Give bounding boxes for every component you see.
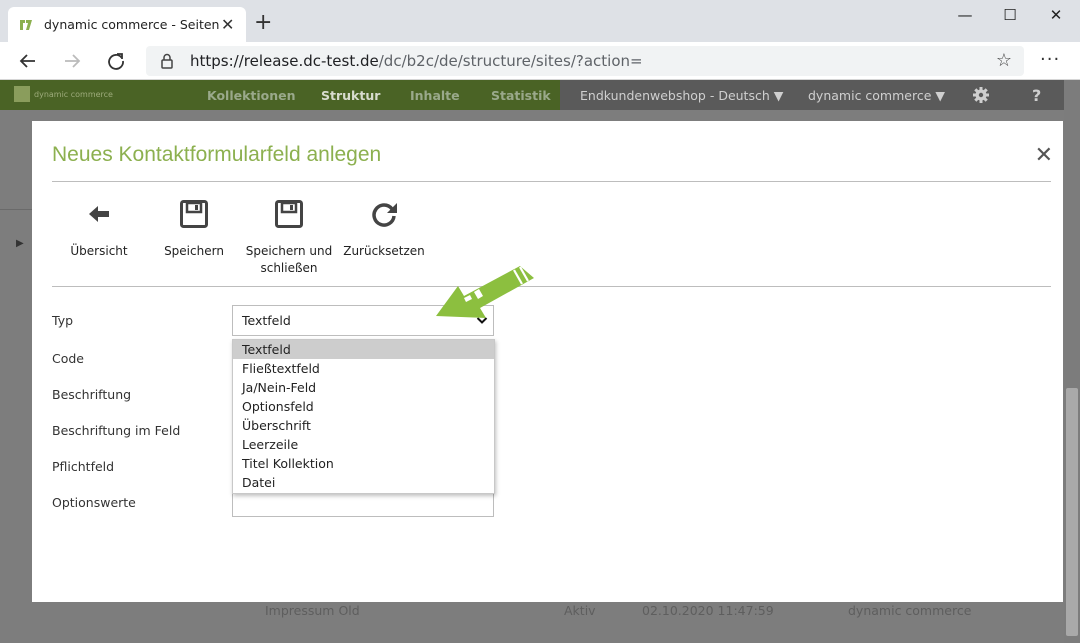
beschriftung-label: Beschriftung (52, 387, 132, 402)
save-button[interactable]: Speichern (139, 199, 249, 260)
address-bar: https://release.dc-test.de/dc/b2c/de/str… (0, 42, 1080, 80)
browser-tab[interactable]: dynamic commerce - Seiten ✕ (8, 7, 246, 42)
floppy-disk-icon (139, 199, 249, 229)
typ-option-ueberschrift[interactable]: Überschrift (233, 416, 494, 435)
nav-tab-kollektionen[interactable]: Kollektionen (207, 88, 296, 103)
floppy-disk-icon (234, 199, 344, 229)
chevron-down-icon: ▼ (773, 88, 784, 103)
bg-row-date: 02.10.2020 11:47:59 (642, 603, 774, 618)
bg-row-name: Impressum Old (265, 603, 360, 618)
save-close-line1: Speichern und (245, 244, 333, 258)
shop-select[interactable]: Endkundenwebshop - Deutsch ▼ (580, 88, 783, 103)
url-field[interactable]: https://release.dc-test.de/dc/b2c/de/str… (146, 46, 1024, 76)
typ-option-leerzeile[interactable]: Leerzeile (233, 435, 494, 454)
favorite-star-icon[interactable]: ☆ (996, 50, 1012, 71)
dc-logo-icon (14, 86, 30, 102)
forward-icon[interactable] (58, 49, 86, 73)
app-nav-main: dynamic commerce Kollektionen Struktur I… (0, 80, 560, 110)
dc-favicon-icon (18, 17, 34, 33)
shop-select-value: Endkundenwebshop - Deutsch (580, 88, 770, 103)
save-label: Speichern (164, 244, 224, 258)
typ-option-optionsfeld[interactable]: Optionsfeld (233, 397, 494, 416)
url-text: https://release.dc-test.de/dc/b2c/de/str… (190, 52, 643, 70)
app-nav-secondary: Endkundenwebshop - Deutsch ▼ dynamic com… (560, 80, 1064, 110)
help-icon[interactable]: ? (1032, 86, 1041, 105)
scrollbar-thumb[interactable] (1066, 388, 1078, 636)
url-path: /dc/b2c/de/structure/sites/?action= (378, 52, 643, 70)
typ-option-datei[interactable]: Datei (233, 473, 494, 492)
nav-tab-statistik[interactable]: Statistik (491, 88, 551, 103)
optionswerte-input[interactable] (232, 491, 494, 517)
typ-option-titel-kollektion[interactable]: Titel Kollektion (233, 454, 494, 473)
typ-label: Typ (52, 313, 74, 328)
gear-icon[interactable] (972, 86, 990, 108)
window-close-icon[interactable]: ✕ (1041, 6, 1071, 24)
caret-right-icon: ▶ (16, 238, 24, 249)
app-navigation: dynamic commerce Kollektionen Struktur I… (0, 80, 1064, 110)
save-close-line2: schließen (260, 261, 318, 275)
typ-option-fliesstextfeld[interactable]: Fließtextfeld (233, 359, 494, 378)
typ-select-value: Textfeld (242, 313, 291, 328)
maximize-icon[interactable]: ☐ (995, 6, 1025, 24)
tab-close-icon[interactable]: ✕ (219, 15, 236, 34)
background-divider (0, 209, 32, 210)
typ-option-textfeld[interactable]: Textfeld (233, 340, 494, 359)
reload-icon[interactable] (102, 49, 130, 73)
arrow-left-icon (44, 199, 154, 229)
bg-row-status: Aktiv (564, 603, 596, 618)
redo-icon (329, 199, 439, 229)
chevron-down-icon: ▼ (935, 88, 946, 103)
reset-label: Zurücksetzen (343, 244, 425, 258)
pflichtfeld-label: Pflichtfeld (52, 459, 115, 474)
annotation-arrow-icon (436, 266, 534, 318)
nav-tab-inhalte[interactable]: Inhalte (410, 88, 460, 103)
nav-tab-struktur[interactable]: Struktur (321, 88, 380, 103)
beschriftung-im-feld-label: Beschriftung im Feld (52, 423, 181, 438)
company-select[interactable]: dynamic commerce ▼ (808, 88, 945, 103)
minimize-icon[interactable]: — (950, 6, 980, 24)
browser-tab-bar: dynamic commerce - Seiten ✕ + — ☐ ✕ (0, 0, 1080, 42)
toolbar-divider (52, 286, 1051, 287)
code-label: Code (52, 351, 85, 366)
bg-row-owner: dynamic commerce (848, 603, 972, 618)
url-host: https://release.dc-test.de (190, 52, 379, 70)
back-icon[interactable] (14, 49, 42, 73)
tab-title: dynamic commerce - Seiten (44, 17, 220, 32)
typ-option-ja-nein-feld[interactable]: Ja/Nein-Feld (233, 378, 494, 397)
modal-title: Neues Kontaktformularfeld anlegen (52, 143, 382, 166)
new-tab-button[interactable]: + (254, 12, 272, 34)
lock-icon (158, 52, 176, 70)
modal-dialog: Neues Kontaktformularfeld anlegen ✕ Über… (32, 121, 1063, 602)
reset-button[interactable]: Zurücksetzen (329, 199, 439, 260)
save-and-close-button[interactable]: Speichern und schließen (234, 199, 344, 277)
app-logo: dynamic commerce (14, 86, 113, 102)
company-select-value: dynamic commerce (808, 88, 932, 103)
logo-text: dynamic commerce (34, 89, 113, 99)
title-divider (52, 181, 1051, 182)
browser-menu-icon[interactable]: ··· (1040, 49, 1060, 70)
overview-button[interactable]: Übersicht (44, 199, 154, 260)
save-and-close-label: Speichern und schließen (234, 243, 344, 277)
overview-label: Übersicht (70, 244, 128, 258)
optionswerte-label: Optionswerte (52, 495, 136, 510)
modal-close-icon[interactable]: ✕ (1035, 145, 1053, 167)
page-scrollbar[interactable] (1064, 80, 1080, 643)
typ-dropdown-list: Textfeld Fließtextfeld Ja/Nein-Feld Opti… (232, 339, 495, 494)
